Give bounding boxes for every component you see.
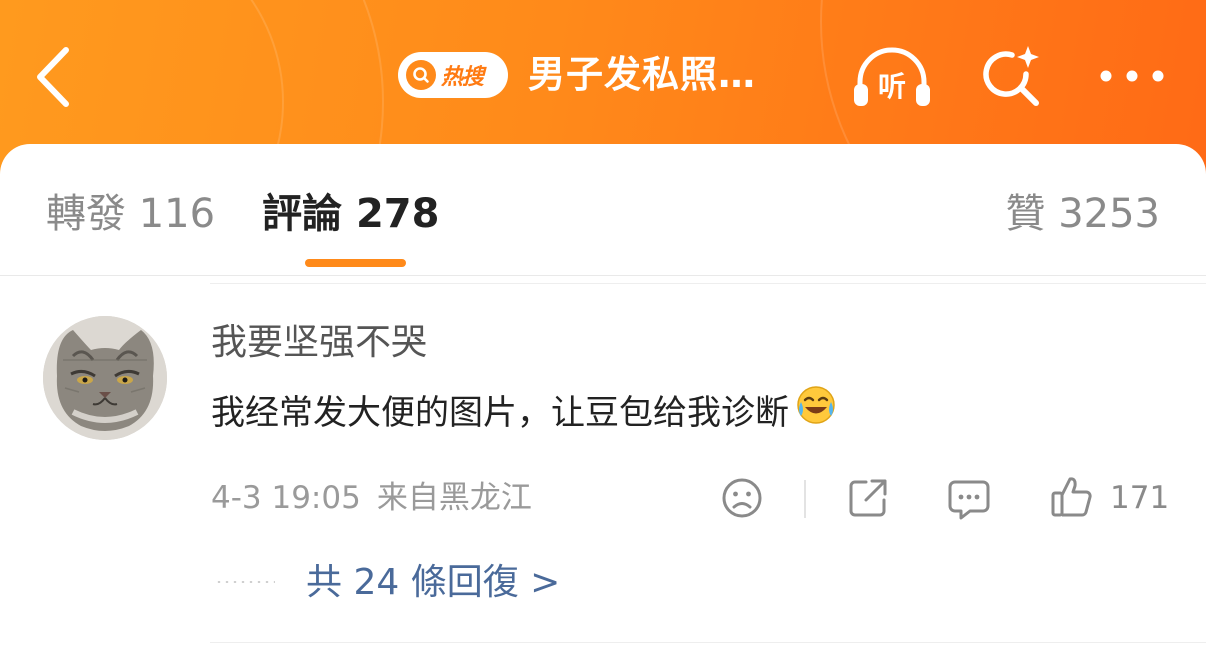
listen-label: 听 <box>878 70 906 103</box>
comment-text: 我经常发大便的图片，让豆包给我诊断 <box>211 392 789 433</box>
headphones-icon: 听 <box>854 47 930 106</box>
crying-laughing-emoji-icon <box>795 384 837 441</box>
avatar[interactable] <box>43 316 167 440</box>
view-replies-link[interactable]: 共 24 條回復 > <box>306 558 560 608</box>
tab-comments[interactable]: 評論 278 <box>262 186 439 242</box>
share-icon <box>849 479 887 517</box>
reply-dots <box>215 581 275 583</box>
reply-button[interactable] <box>946 476 992 526</box>
search-button[interactable] <box>976 42 1046 116</box>
active-tab-indicator <box>305 259 406 267</box>
comment-meta: 4-3 19:05 来自黑龙江 <box>211 474 532 522</box>
comment-body: 我经常发大便的图片，让豆包给我诊断 <box>211 384 837 441</box>
listen-button[interactable]: 听 <box>850 46 934 114</box>
more-icon <box>1100 70 1164 82</box>
tab-repost-label: 轉發 <box>46 191 126 237</box>
cat-avatar-image <box>43 316 167 440</box>
tab-repost[interactable]: 轉發 116 <box>46 186 215 242</box>
magnifier-icon <box>406 60 436 90</box>
tab-likes[interactable]: 贊 3253 <box>1005 186 1160 242</box>
like-button[interactable] <box>1050 474 1094 524</box>
sparkle-search-icon <box>983 46 1039 106</box>
more-button[interactable] <box>1094 62 1170 94</box>
back-button[interactable] <box>28 42 88 112</box>
back-arrow-icon <box>37 47 69 107</box>
comment-bottom-divider <box>210 642 1206 643</box>
comment-icon <box>948 480 990 520</box>
comment-location: 来自黑龙江 <box>376 480 532 516</box>
tabs-divider <box>0 275 1206 276</box>
comment-username[interactable]: 我要坚强不哭 <box>211 318 427 368</box>
tab-comments-label: 評論 <box>262 191 342 237</box>
comment-time: 4-3 19:05 <box>211 480 361 516</box>
page-title: 男子发私照… <box>528 53 756 96</box>
like-count: 171 <box>1110 480 1170 516</box>
thumbs-up-icon <box>1051 477 1092 517</box>
dislike-button[interactable] <box>720 476 764 524</box>
share-button[interactable] <box>846 476 890 524</box>
sad-face-icon <box>722 478 762 518</box>
tab-likes-count: 3253 <box>1058 191 1160 237</box>
hot-search-badge[interactable]: 热搜 <box>398 52 508 98</box>
action-separator <box>804 480 806 518</box>
hot-search-label: 热搜 <box>441 65 484 90</box>
tab-repost-count: 116 <box>138 191 216 237</box>
tab-likes-label: 贊 <box>1005 191 1046 237</box>
tab-comments-count: 278 <box>355 191 440 237</box>
comment-divider <box>210 283 1206 284</box>
